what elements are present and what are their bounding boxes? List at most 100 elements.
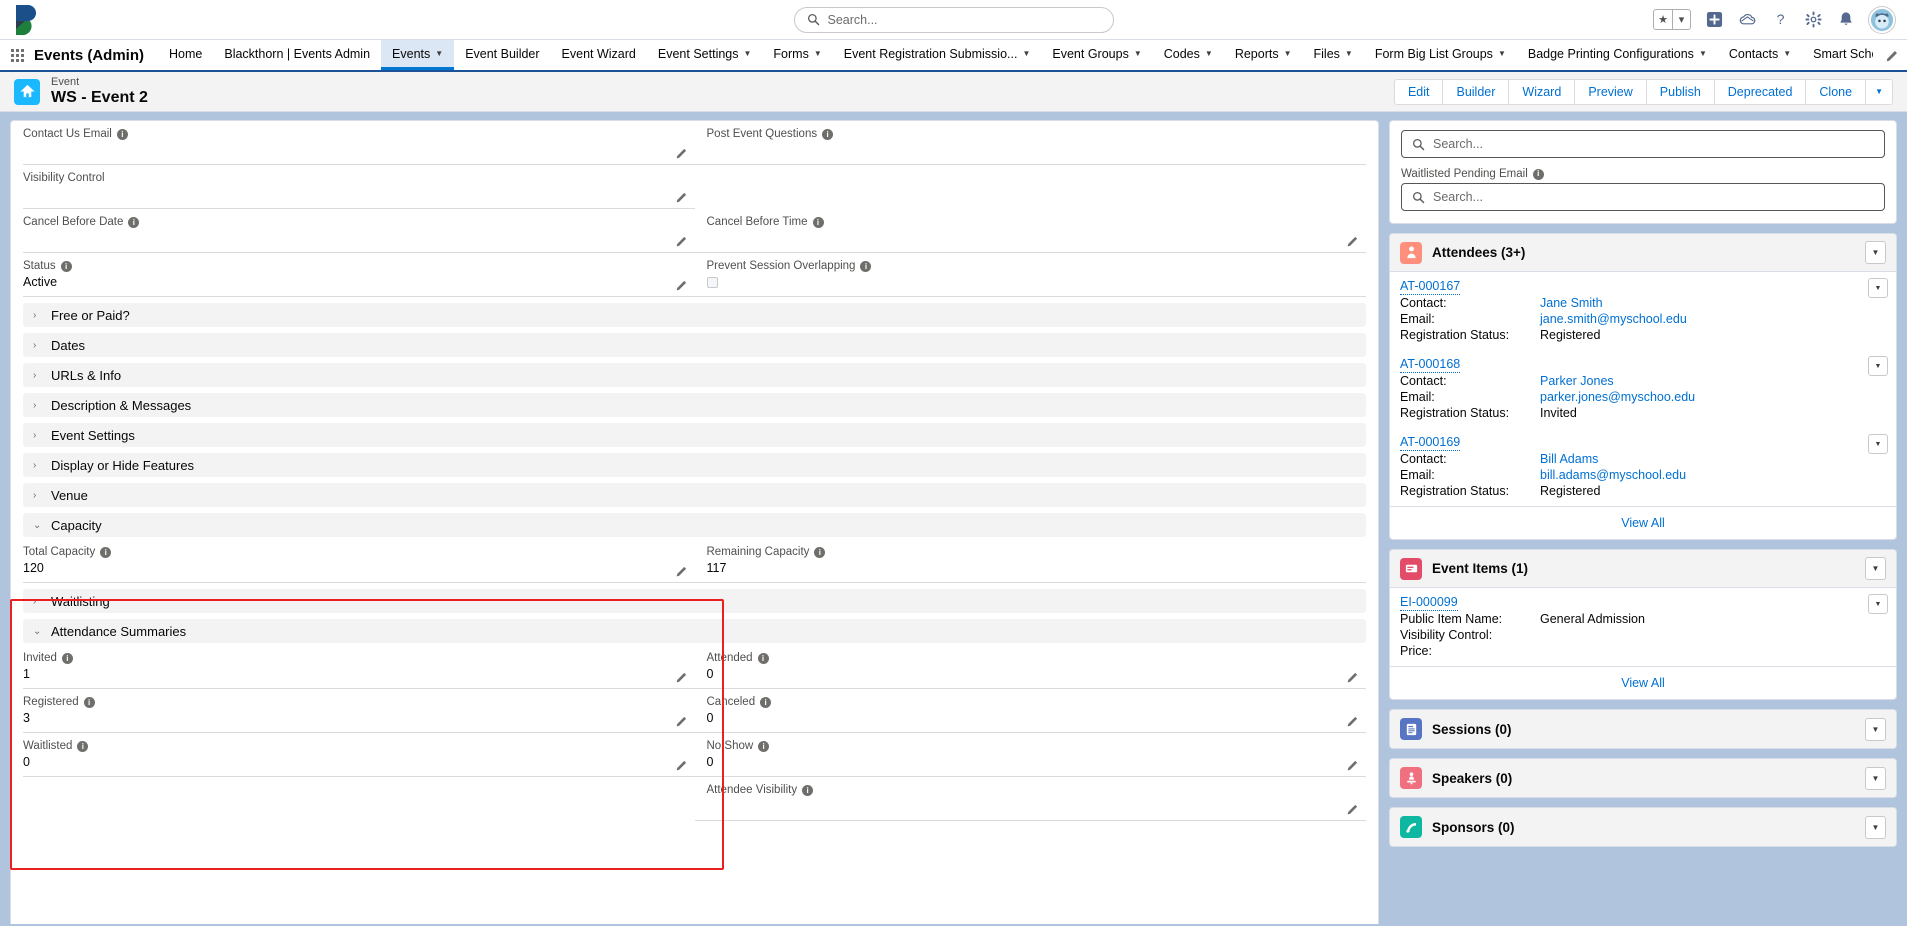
notifications-bell-icon[interactable]	[1836, 10, 1856, 30]
help-icon[interactable]: ?	[1770, 10, 1790, 30]
chevron-down-icon[interactable]: ▼	[1284, 49, 1292, 58]
speakers-0-panel-menu-button[interactable]: ▼	[1865, 766, 1886, 790]
waitlisted-pending-email-input[interactable]: Search...	[1401, 183, 1885, 211]
info-icon[interactable]: i	[812, 217, 824, 228]
section-header-description-messages[interactable]: › Description & Messages	[23, 393, 1366, 417]
attendee-email-value[interactable]: parker.jones@myschoo.edu	[1540, 389, 1695, 405]
favorites-group[interactable]: ★ ▾	[1653, 9, 1691, 30]
event-items-panel-menu-button[interactable]: ▼	[1865, 557, 1886, 580]
section-header-waitlisting[interactable]: › Waitlisting	[23, 589, 1366, 613]
info-icon[interactable]: i	[60, 261, 72, 272]
edit-pencil-icon[interactable]	[676, 565, 688, 577]
attendees-panel-menu-button[interactable]: ▼	[1865, 241, 1886, 264]
info-icon[interactable]: i	[61, 653, 73, 664]
event-item-row-menu-button[interactable]: ▼	[1868, 594, 1888, 614]
wizard-button[interactable]: Wizard	[1508, 78, 1575, 105]
nav-item-home[interactable]: Home	[158, 40, 213, 70]
chevron-down-icon[interactable]: ▼	[1345, 49, 1353, 58]
chevron-down-icon[interactable]: ▼	[1498, 49, 1506, 58]
attendee-contact-value[interactable]: Parker Jones	[1540, 373, 1614, 389]
publish-button[interactable]: Publish	[1645, 78, 1714, 105]
attendee-record-link[interactable]: AT-000168	[1400, 357, 1461, 373]
attendee-row-menu-button[interactable]: ▼	[1868, 278, 1888, 298]
top-email-search-input[interactable]: Search...	[1401, 130, 1885, 158]
chevron-down-icon[interactable]: ▼	[744, 49, 752, 58]
section-header-free-or-paid[interactable]: › Free or Paid?	[23, 303, 1366, 327]
edit-pencil-icon[interactable]	[1347, 235, 1359, 247]
edit-pencil-icon[interactable]	[676, 715, 688, 727]
nav-item-files[interactable]: Files ▼	[1303, 40, 1364, 70]
attendees-view-all-link[interactable]: View All	[1390, 506, 1896, 539]
info-icon[interactable]: i	[822, 129, 834, 140]
prevent-session-overlapping-checkbox[interactable]	[706, 277, 718, 288]
nav-item-badge-printing-configurations[interactable]: Badge Printing Configurations ▼	[1517, 40, 1718, 70]
nav-item-event-settings[interactable]: Event Settings ▼	[647, 40, 763, 70]
more-actions-button[interactable]: ▼	[1865, 78, 1893, 105]
chevron-down-icon[interactable]: ▼	[1699, 49, 1707, 58]
nav-item-form-big-list-groups[interactable]: Form Big List Groups ▼	[1364, 40, 1517, 70]
info-icon[interactable]: i	[758, 741, 770, 752]
chevron-down-icon[interactable]: ▼	[435, 49, 443, 58]
edit-pencil-icon[interactable]	[676, 235, 688, 247]
edit-pencil-icon[interactable]	[676, 279, 688, 291]
add-icon[interactable]	[1704, 10, 1724, 30]
attendee-record-link[interactable]: AT-000169	[1400, 435, 1461, 451]
event-item-record-link[interactable]: EI-000099	[1400, 595, 1458, 611]
edit-pencil-icon[interactable]	[676, 671, 688, 683]
info-icon[interactable]: i	[757, 653, 769, 664]
edit-pencil-icon[interactable]	[676, 147, 688, 159]
nav-item-event-builder[interactable]: Event Builder	[454, 40, 550, 70]
setup-gear-icon[interactable]	[1803, 10, 1823, 30]
app-launcher-button[interactable]	[0, 40, 34, 70]
info-icon[interactable]: i	[814, 547, 826, 558]
chevron-down-icon[interactable]: ▼	[1134, 49, 1142, 58]
nav-item-codes[interactable]: Codes ▼	[1153, 40, 1224, 70]
attendee-contact-value[interactable]: Jane Smith	[1540, 295, 1603, 311]
info-icon[interactable]: i	[116, 129, 128, 140]
attendee-row-menu-button[interactable]: ▼	[1868, 356, 1888, 376]
section-header-capacity[interactable]: ⌄ Capacity	[23, 513, 1366, 537]
nav-item-blackthorn-events-admin[interactable]: Blackthorn | Events Admin	[213, 40, 381, 70]
chevron-down-icon[interactable]: ▼	[814, 49, 822, 58]
attendee-record-link[interactable]: AT-000167	[1400, 279, 1461, 295]
favorites-dropdown-icon[interactable]: ▾	[1672, 10, 1690, 29]
favorites-star-icon[interactable]: ★	[1654, 10, 1672, 29]
section-header-event-settings[interactable]: › Event Settings	[23, 423, 1366, 447]
blackthorn-logo[interactable]	[12, 3, 44, 37]
nav-item-event-groups[interactable]: Event Groups ▼	[1041, 40, 1152, 70]
nav-item-event-wizard[interactable]: Event Wizard	[551, 40, 647, 70]
info-icon[interactable]: i	[802, 785, 814, 796]
event-items-view-all-link[interactable]: View All	[1390, 666, 1896, 699]
edit-pencil-icon[interactable]	[676, 191, 688, 203]
nav-item-event-registration-submissio[interactable]: Event Registration Submissio... ▼	[833, 40, 1042, 70]
cloud-icon[interactable]	[1737, 10, 1757, 30]
edit-navigation-pencil-icon[interactable]	[1886, 40, 1899, 70]
sponsors-0-panel-menu-button[interactable]: ▼	[1865, 815, 1886, 839]
chevron-down-icon[interactable]: ▼	[1783, 49, 1791, 58]
nav-item-forms[interactable]: Forms ▼	[762, 40, 832, 70]
info-icon[interactable]: i	[100, 547, 112, 558]
section-header-attendance-summaries[interactable]: ⌄ Attendance Summaries	[23, 619, 1366, 643]
attendee-row-menu-button[interactable]: ▼	[1868, 434, 1888, 454]
info-icon[interactable]: i	[77, 741, 89, 752]
attendee-contact-value[interactable]: Bill Adams	[1540, 451, 1598, 467]
nav-item-contacts[interactable]: Contacts ▼	[1718, 40, 1802, 70]
section-header-display-or-hide-features[interactable]: › Display or Hide Features	[23, 453, 1366, 477]
nav-item-events[interactable]: Events ▼	[381, 40, 455, 70]
global-search-input[interactable]: Search...	[793, 6, 1114, 33]
edit-button[interactable]: Edit	[1393, 78, 1443, 105]
avatar[interactable]	[1869, 6, 1895, 33]
section-header-venue[interactable]: › Venue	[23, 483, 1366, 507]
info-icon[interactable]: i	[760, 697, 772, 708]
info-icon[interactable]: i	[1532, 168, 1544, 180]
info-icon[interactable]: i	[860, 261, 872, 272]
clone-button[interactable]: Clone	[1805, 78, 1866, 105]
edit-pencil-icon[interactable]	[1347, 803, 1359, 815]
deprecated-button[interactable]: Deprecated	[1713, 78, 1806, 105]
builder-button[interactable]: Builder	[1442, 78, 1509, 105]
sessions-0-panel-menu-button[interactable]: ▼	[1865, 717, 1886, 741]
info-icon[interactable]: i	[128, 217, 140, 228]
edit-pencil-icon[interactable]	[1347, 715, 1359, 727]
edit-pencil-icon[interactable]	[1347, 671, 1359, 683]
info-icon[interactable]: i	[83, 697, 95, 708]
